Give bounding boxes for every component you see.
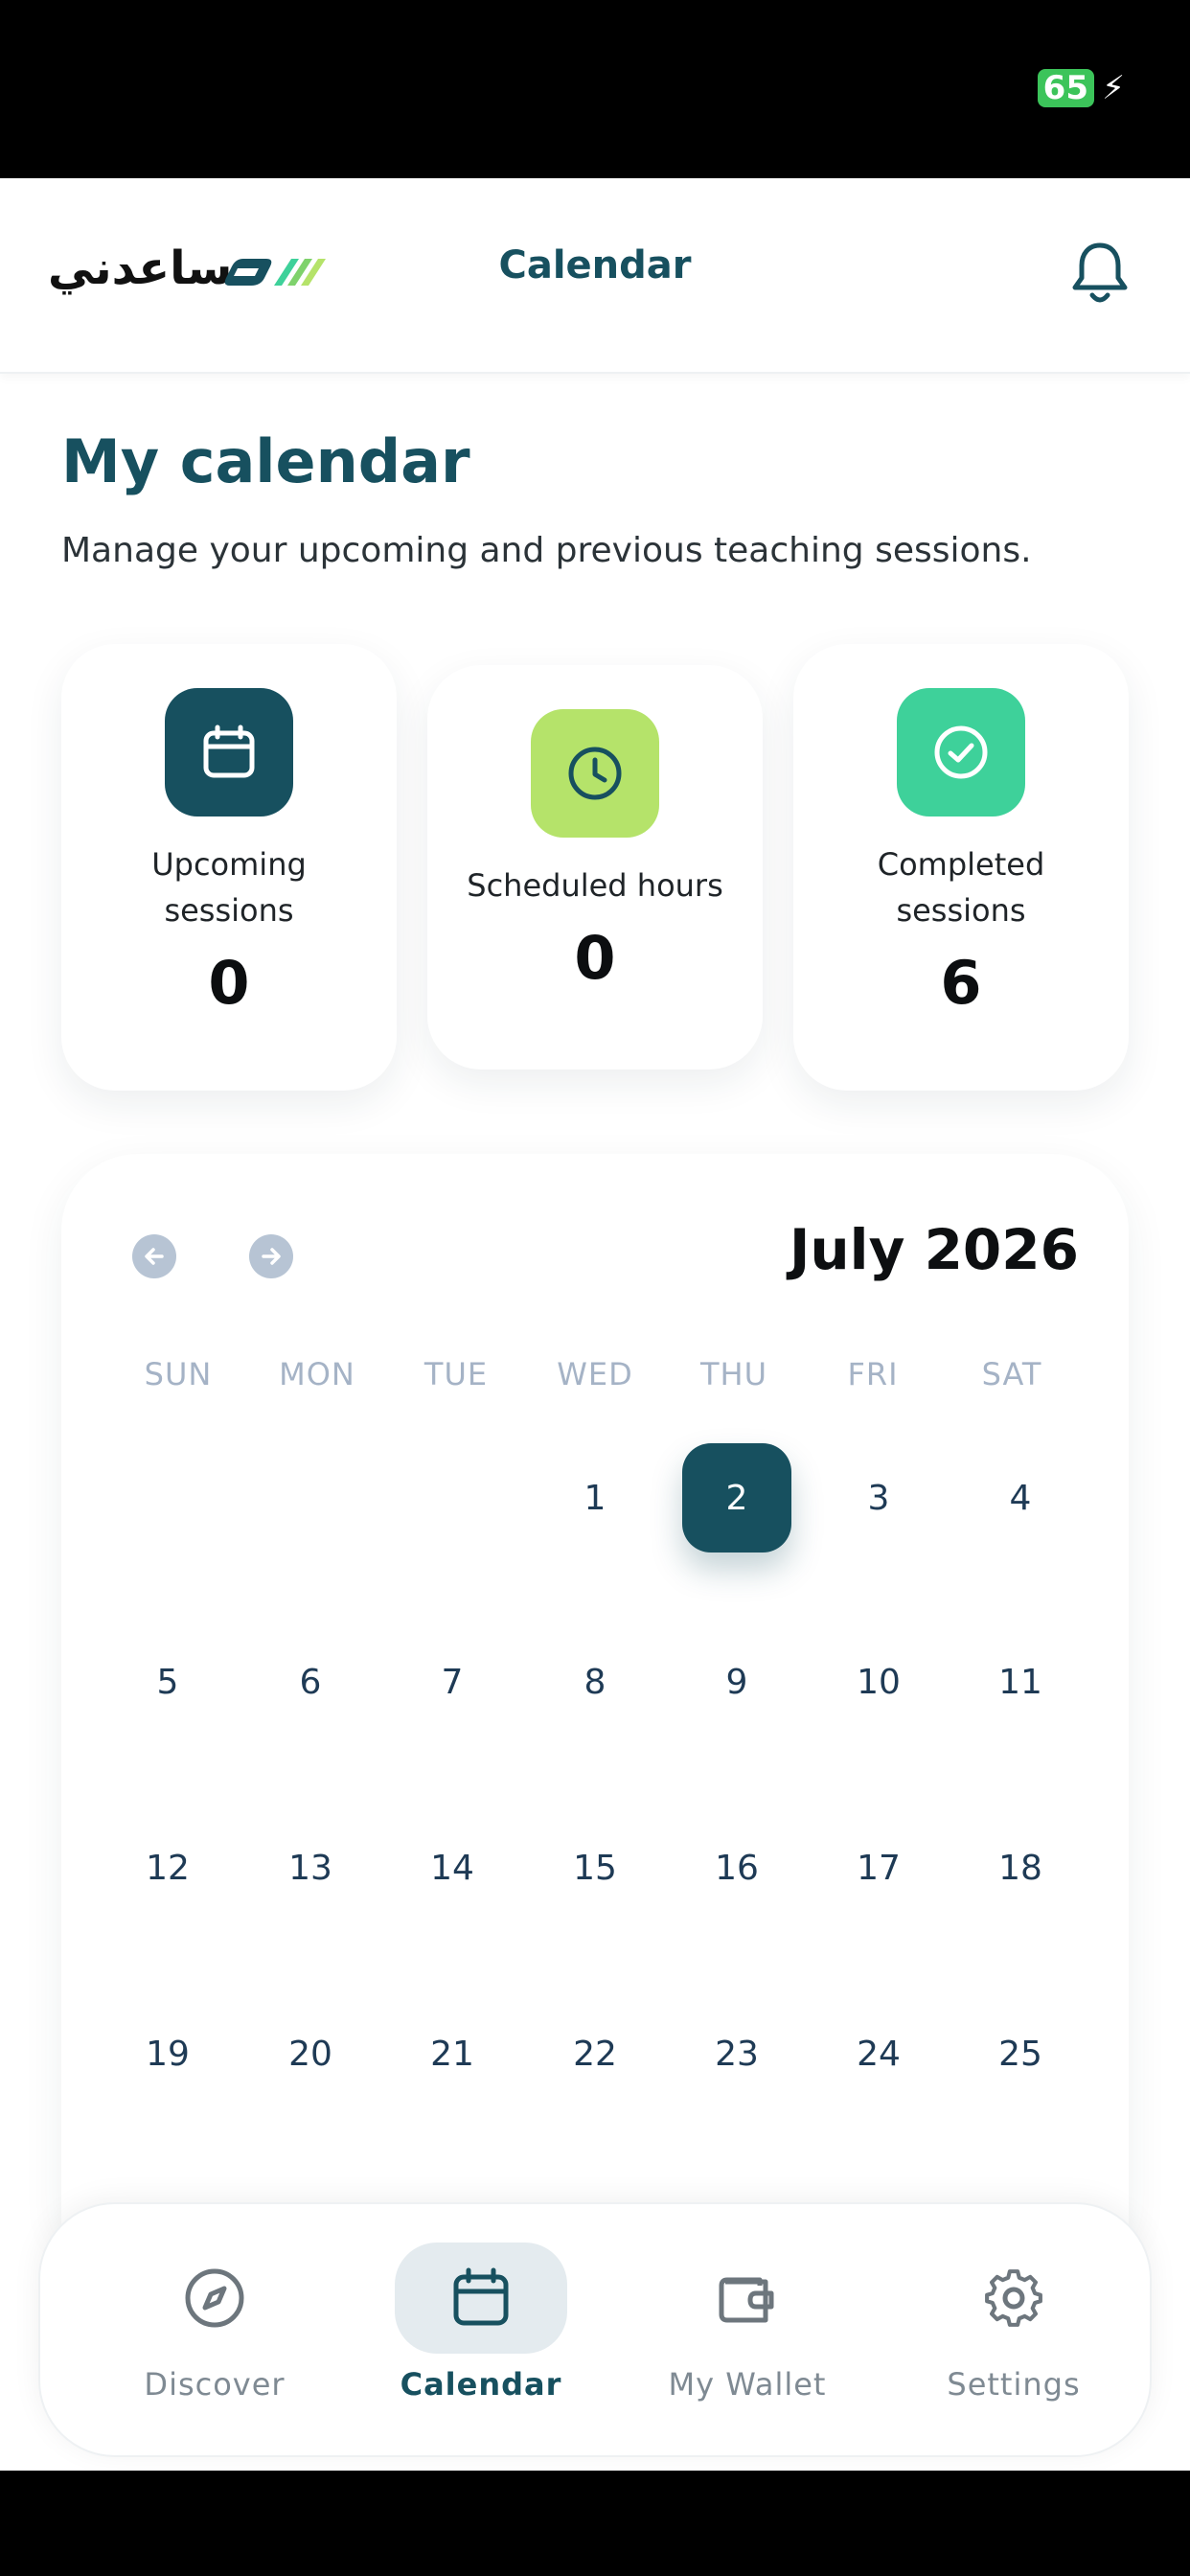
home-indicator-area: [0, 2471, 1190, 2576]
stat-label: Upcoming sessions: [151, 846, 307, 929]
weekday-label: THU: [699, 1356, 768, 1392]
next-month-button[interactable]: [249, 1234, 293, 1278]
calendar-day[interactable]: 22: [540, 1999, 650, 2108]
page-subtitle: Manage your upcoming and previous teachi…: [61, 531, 1032, 570]
stat-value: 0: [574, 923, 616, 993]
calendar-day[interactable]: 14: [398, 1813, 507, 1922]
calendar-day[interactable]: 17: [824, 1813, 933, 1922]
battery-indicator: 65: [1037, 69, 1094, 107]
charging-icon: ⚡: [1102, 69, 1125, 107]
stat-card-upcoming: Upcoming sessions 0: [61, 644, 397, 1091]
page-title: My calendar: [61, 426, 470, 496]
calendar-day[interactable]: 25: [966, 1999, 1075, 2108]
stat-label: Completed sessions: [877, 846, 1045, 929]
calendar-day[interactable]: 1: [540, 1443, 650, 1552]
stat-value: 6: [940, 948, 982, 1018]
tab-label: Discover: [144, 2366, 286, 2403]
arrow-right-icon: [262, 1248, 281, 1265]
weekday-label: FRI: [847, 1356, 899, 1392]
tab-label: Settings: [947, 2366, 1081, 2403]
calendar-day[interactable]: 6: [256, 1627, 365, 1736]
calendar-card: July 2026 SUN MON TUE WED THU FRI SAT 1 …: [61, 1154, 1129, 2227]
tab-label: My Wallet: [668, 2366, 827, 2403]
tab-my-wallet[interactable]: My Wallet: [623, 2242, 872, 2425]
calendar-day[interactable]: 7: [398, 1627, 507, 1736]
gear-icon: [985, 2269, 1042, 2327]
bell-icon[interactable]: [1069, 240, 1131, 307]
calendar-day[interactable]: 20: [256, 1999, 365, 2108]
wallet-icon: [719, 2277, 774, 2323]
calendar-day[interactable]: 8: [540, 1627, 650, 1736]
calendar-day[interactable]: 23: [682, 1999, 791, 2108]
arrow-left-icon: [145, 1248, 164, 1265]
calendar-day[interactable]: 18: [966, 1813, 1075, 1922]
calendar-day[interactable]: 4: [966, 1443, 1075, 1552]
prev-month-button[interactable]: [132, 1234, 176, 1278]
tab-label: Calendar: [400, 2366, 562, 2403]
stat-card-completed: Completed sessions 6: [793, 644, 1129, 1091]
compass-icon: [185, 2268, 244, 2328]
calendar-day[interactable]: 19: [113, 1999, 222, 2108]
calendar-day[interactable]: 9: [682, 1627, 791, 1736]
weekday-label: SUN: [144, 1356, 213, 1392]
stat-value: 0: [208, 948, 250, 1018]
calendar-day[interactable]: 5: [113, 1627, 222, 1736]
tab-calendar[interactable]: Calendar: [356, 2242, 606, 2425]
calendar-day[interactable]: 15: [540, 1813, 650, 1922]
month-label: July 2026: [789, 1217, 1079, 1282]
calendar-day-selected[interactable]: 2: [682, 1443, 791, 1552]
calendar-icon: [165, 688, 293, 816]
tab-discover[interactable]: Discover: [90, 2242, 339, 2425]
status-bar: 65 ⚡: [0, 0, 1190, 178]
check-circle-icon: [897, 688, 1025, 816]
calendar-icon: [453, 2267, 509, 2326]
calendar-day[interactable]: 11: [966, 1627, 1075, 1736]
bottom-tab-bar: Discover Calendar My Wallet Settings: [38, 2202, 1152, 2457]
stat-card-hours: Scheduled hours 0: [427, 665, 763, 1070]
weekday-label: TUE: [423, 1356, 489, 1392]
calendar-day[interactable]: 24: [824, 1999, 933, 2108]
calendar-day[interactable]: 13: [256, 1813, 365, 1922]
weekday-label: SAT: [981, 1356, 1042, 1392]
tab-settings[interactable]: Settings: [889, 2242, 1138, 2425]
calendar-day[interactable]: 21: [398, 1999, 507, 2108]
stat-label: Scheduled hours: [467, 867, 723, 904]
calendar-day[interactable]: 10: [824, 1627, 933, 1736]
calendar-day[interactable]: 3: [824, 1443, 933, 1552]
calendar-day[interactable]: 12: [113, 1813, 222, 1922]
app-header: ساعدني Calendar: [0, 178, 1190, 374]
header-title: Calendar: [498, 243, 692, 288]
weekday-label: MON: [279, 1356, 355, 1392]
clock-icon: [531, 709, 659, 838]
weekday-label: WED: [557, 1356, 633, 1392]
calendar-day[interactable]: 16: [682, 1813, 791, 1922]
